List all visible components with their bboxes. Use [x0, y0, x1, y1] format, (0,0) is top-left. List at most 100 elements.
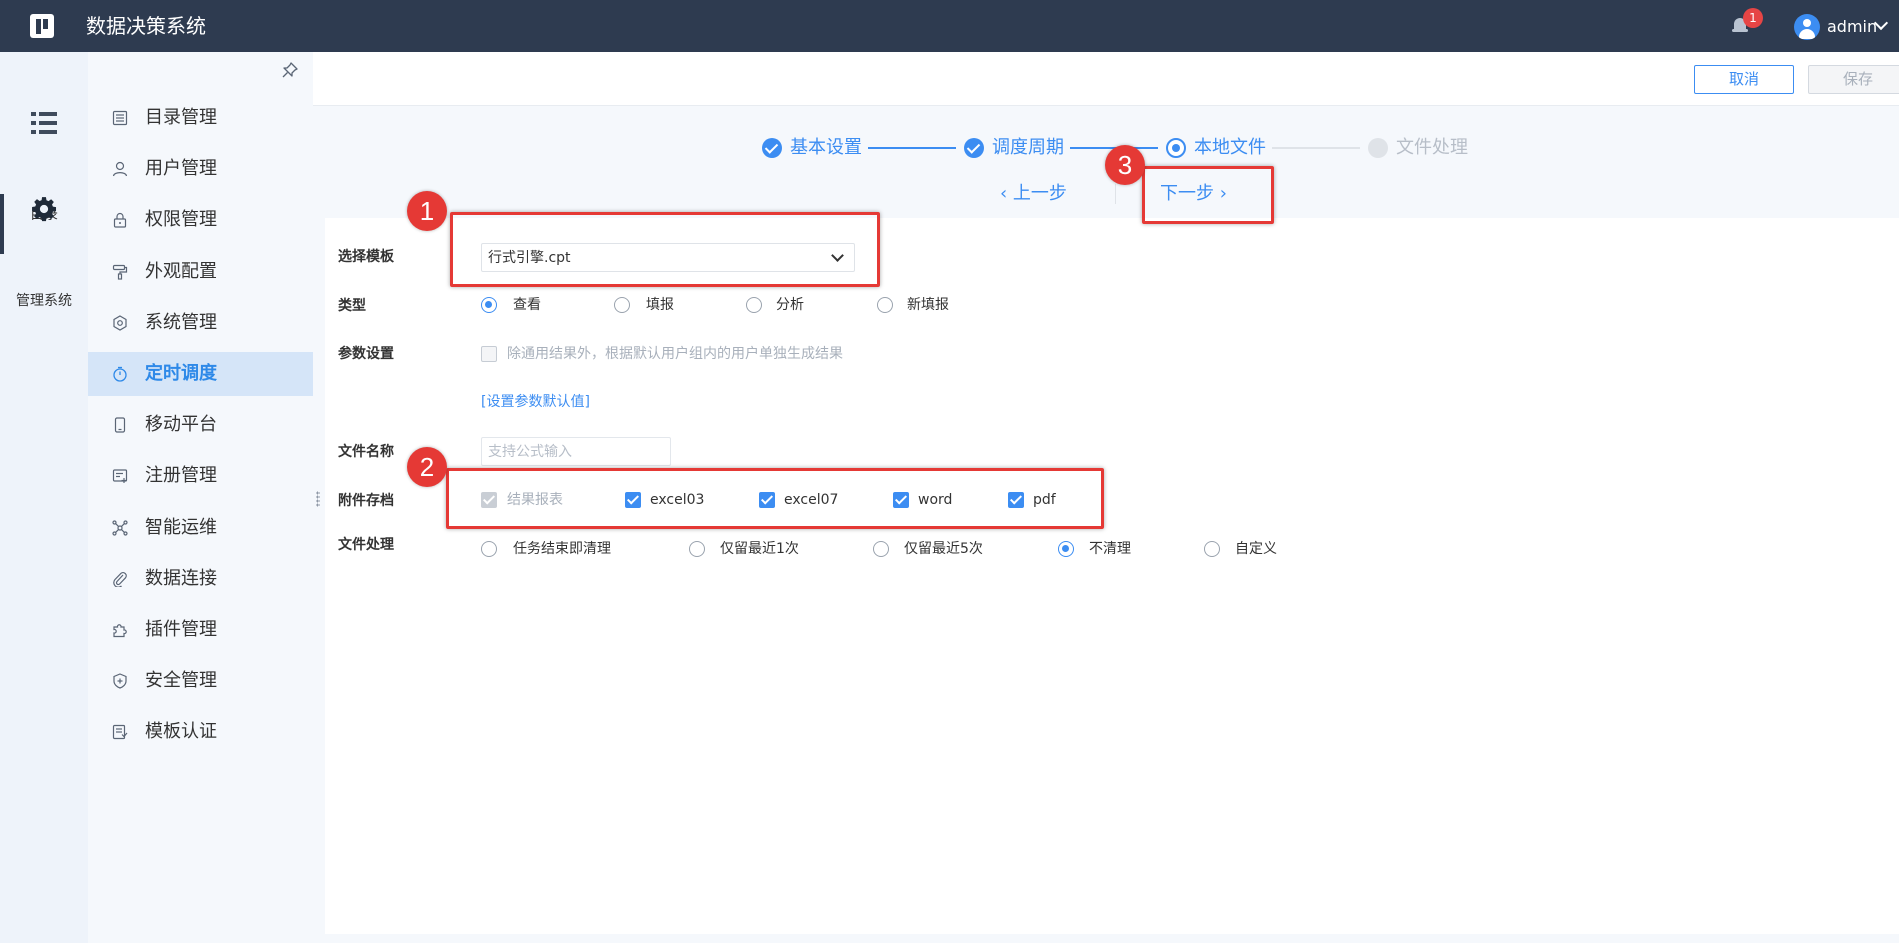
- menu-item-appearance[interactable]: 外观配置: [88, 250, 313, 294]
- radio-analysis[interactable]: [746, 297, 762, 313]
- step-label: 调度周期: [992, 137, 1064, 158]
- menu-item-template-cert[interactable]: 模板认证: [88, 710, 313, 754]
- menu-item-directory[interactable]: 目录管理: [88, 96, 313, 140]
- radio-label: 填报: [646, 297, 674, 313]
- menu-item-plugins[interactable]: 插件管理: [88, 608, 313, 652]
- step-connector: [868, 147, 956, 149]
- radio-keep-last-5[interactable]: [873, 541, 889, 557]
- form-area: [325, 218, 1899, 934]
- menu-item-users[interactable]: 用户管理: [88, 147, 313, 191]
- check-circle-icon: [762, 138, 782, 158]
- rail-item-directory[interactable]: 目录: [0, 104, 88, 223]
- menu-item-ops[interactable]: 智能运维: [88, 506, 313, 550]
- menu-item-label: 安全管理: [145, 670, 217, 691]
- save-button[interactable]: 保存: [1808, 65, 1899, 94]
- radio-fill[interactable]: [614, 297, 630, 313]
- cancel-button[interactable]: 取消: [1694, 65, 1794, 94]
- menu-item-label: 定时调度: [145, 363, 217, 384]
- menu-item-label: 数据连接: [145, 568, 217, 589]
- type-label: 类型: [338, 298, 366, 314]
- menu-item-label: 注册管理: [145, 465, 217, 486]
- list-icon: [31, 112, 57, 134]
- menu-item-label: 系统管理: [145, 312, 217, 333]
- menu-item-label: 用户管理: [145, 158, 217, 179]
- lock-icon: [113, 212, 127, 228]
- step-connector: [1272, 147, 1360, 149]
- notification-badge: 1: [1743, 8, 1763, 28]
- register-icon: [112, 469, 128, 483]
- user-icon: [112, 161, 128, 177]
- content-toolbar: [313, 52, 1899, 106]
- chevron-left-icon: ‹: [1000, 183, 1013, 204]
- menu-item-register[interactable]: 注册管理: [88, 454, 313, 498]
- menu-item-label: 插件管理: [145, 619, 217, 640]
- nav-divider: [1115, 184, 1116, 204]
- highlight-box-template: [450, 212, 880, 287]
- shield-icon: [113, 673, 127, 689]
- attachment-label: 附件存档: [338, 493, 394, 509]
- radio-label: 不清理: [1089, 541, 1131, 557]
- directory-icon: [112, 110, 128, 126]
- timer-icon: [113, 366, 127, 382]
- paperclip-icon: [113, 572, 127, 587]
- menu-item-label: 模板认证: [145, 721, 217, 742]
- radio-label: 查看: [513, 297, 541, 313]
- mobile-icon: [114, 417, 126, 433]
- app-logo-icon[interactable]: [30, 14, 54, 38]
- menu-item-mobile[interactable]: 移动平台: [88, 403, 313, 447]
- menu-item-system[interactable]: 系统管理: [88, 301, 313, 345]
- radio-label: 自定义: [1235, 541, 1277, 557]
- radio-label: 仅留最近1次: [720, 541, 799, 557]
- settings-icon: [113, 315, 127, 331]
- menu-item-label: 目录管理: [145, 107, 217, 128]
- app-title: 数据决策系统: [86, 14, 206, 38]
- radio-keep-last-1[interactable]: [689, 541, 705, 557]
- gear-icon[interactable]: [31, 196, 57, 222]
- filename-input[interactable]: [481, 437, 671, 466]
- check-circle-icon: [964, 138, 984, 158]
- set-param-defaults-link[interactable]: [设置参数默认值]: [481, 392, 590, 412]
- menu-item-label: 移动平台: [145, 414, 217, 435]
- menu-item-permissions[interactable]: 权限管理: [88, 198, 313, 242]
- menu-item-label: 智能运维: [145, 517, 217, 538]
- top-bar: [0, 0, 1899, 52]
- certificate-icon: [112, 724, 128, 740]
- filename-label: 文件名称: [338, 444, 394, 460]
- menu-item-schedule[interactable]: 定时调度: [88, 352, 313, 396]
- prev-step-button[interactable]: ‹ 上一步: [1000, 182, 1067, 206]
- drag-handle-icon[interactable]: [316, 491, 320, 507]
- radio-label: 分析: [776, 297, 804, 313]
- radio-clean-on-finish[interactable]: [481, 541, 497, 557]
- rail-active-indicator: [0, 194, 4, 254]
- radio-custom[interactable]: [1204, 541, 1220, 557]
- radio-new-fill[interactable]: [877, 297, 893, 313]
- network-icon: [112, 520, 128, 536]
- pending-step-icon: [1368, 138, 1388, 158]
- avatar-icon[interactable]: [1794, 14, 1820, 40]
- menu-item-security[interactable]: 安全管理: [88, 659, 313, 703]
- callout-badge: 2: [407, 447, 447, 487]
- puzzle-icon: [113, 624, 127, 638]
- radio-label: 仅留最近5次: [904, 541, 983, 557]
- radio-no-clean[interactable]: [1058, 541, 1074, 557]
- radio-label: 任务结束即清理: [513, 541, 611, 557]
- content-bottom-border: [313, 934, 1899, 943]
- step-label: 本地文件: [1194, 137, 1266, 158]
- radio-view[interactable]: [481, 297, 497, 313]
- content-side-border: [313, 218, 325, 934]
- menu-item-label: 权限管理: [145, 209, 217, 230]
- step-label: 文件处理: [1396, 137, 1468, 158]
- step-label: 基本设置: [790, 137, 862, 158]
- menu-item-label: 外观配置: [145, 261, 217, 282]
- icon-rail: 目录: [0, 52, 88, 943]
- param-label: 参数设置: [338, 346, 394, 362]
- user-name[interactable]: admin: [1827, 17, 1877, 37]
- param-checkbox-label: 除通用结果外，根据默认用户组内的用户单独生成结果: [507, 346, 843, 362]
- fileproc-label: 文件处理: [338, 537, 394, 553]
- pin-icon[interactable]: [282, 62, 298, 78]
- menu-item-data-connection[interactable]: 数据连接: [88, 557, 313, 601]
- param-per-user-checkbox[interactable]: [481, 346, 497, 362]
- radio-label: 新填报: [907, 297, 949, 313]
- callout-badge: 1: [407, 191, 447, 231]
- rail-label-admin[interactable]: 管理系统: [0, 290, 88, 310]
